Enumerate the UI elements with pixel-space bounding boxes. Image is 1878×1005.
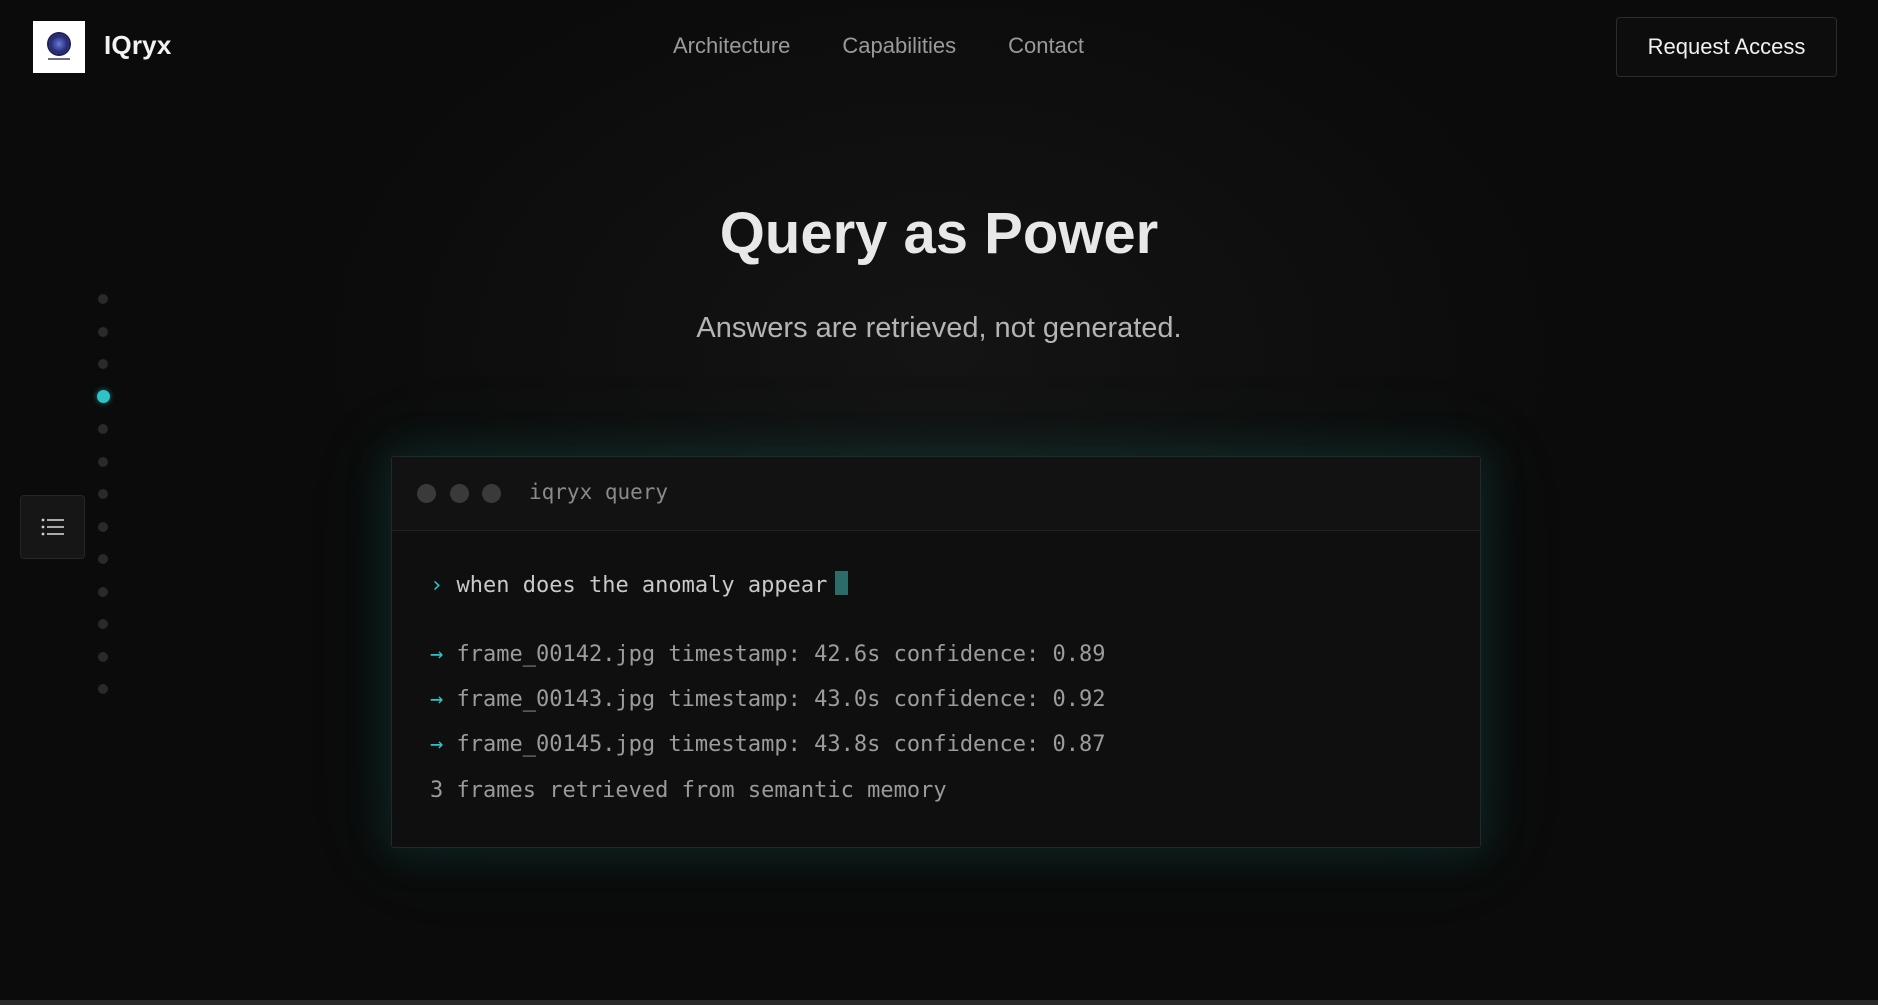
section-dot[interactable] bbox=[98, 456, 108, 467]
bottom-scrollbar[interactable] bbox=[0, 1000, 1878, 1005]
nav-link-contact[interactable]: Contact bbox=[1008, 33, 1084, 59]
result-text: frame_00142.jpg timestamp: 42.6s confide… bbox=[456, 642, 1106, 667]
prompt-icon: › bbox=[430, 573, 444, 598]
arrow-right-icon: → bbox=[430, 642, 444, 667]
result-line: → frame_00143.jpg timestamp: 43.0s confi… bbox=[430, 687, 1106, 712]
page: IQryx Architecture Capabilities Contact … bbox=[0, 0, 1878, 1005]
section-dot[interactable] bbox=[98, 424, 108, 434]
section-dot[interactable] bbox=[98, 326, 108, 337]
window-maximize-dot[interactable] bbox=[482, 484, 501, 503]
request-access-button[interactable]: Request Access bbox=[1616, 17, 1837, 77]
menu-toggle-button[interactable] bbox=[20, 495, 85, 559]
list-icon bbox=[41, 518, 64, 536]
text-caret bbox=[835, 571, 849, 595]
hero-subtitle: Answers are retrieved, not generated. bbox=[696, 312, 1182, 344]
section-dot[interactable] bbox=[98, 521, 108, 532]
terminal-titlebar: iqryx query bbox=[392, 457, 1480, 531]
query-terminal: iqryx query › when does the anomaly appe… bbox=[391, 456, 1481, 848]
section-dot[interactable] bbox=[98, 294, 108, 304]
result-text: frame_00143.jpg timestamp: 43.0s confide… bbox=[456, 687, 1106, 712]
section-dot[interactable] bbox=[98, 489, 108, 499]
section-dot[interactable] bbox=[98, 554, 108, 564]
section-dot-active[interactable] bbox=[97, 390, 110, 403]
window-close-dot[interactable] bbox=[417, 484, 436, 503]
terminal-title: iqryx query bbox=[529, 480, 669, 504]
main-nav: Architecture Capabilities Contact bbox=[673, 33, 1084, 59]
result-line: → frame_00145.jpg timestamp: 43.8s confi… bbox=[430, 732, 1106, 757]
nav-link-architecture[interactable]: Architecture bbox=[673, 33, 790, 59]
brand-name[interactable]: IQryx bbox=[104, 30, 172, 61]
result-line: → frame_00142.jpg timestamp: 42.6s confi… bbox=[430, 642, 1106, 667]
nav-link-capabilities[interactable]: Capabilities bbox=[842, 33, 956, 59]
result-summary: 3 frames retrieved from semantic memory bbox=[430, 778, 947, 803]
section-dot[interactable] bbox=[98, 359, 108, 369]
logo-emblem-icon bbox=[49, 34, 69, 54]
logo-wordmark bbox=[48, 58, 70, 60]
section-dot[interactable] bbox=[98, 651, 108, 662]
window-minimize-dot[interactable] bbox=[450, 484, 469, 503]
result-text: frame_00145.jpg timestamp: 43.8s confide… bbox=[456, 732, 1106, 757]
hero-title: Query as Power bbox=[719, 201, 1159, 266]
site-header: IQryx Architecture Capabilities Contact … bbox=[0, 0, 1878, 95]
arrow-right-icon: → bbox=[430, 687, 444, 712]
query-line[interactable]: › when does the anomaly appear bbox=[430, 571, 849, 598]
arrow-right-icon: → bbox=[430, 732, 444, 757]
section-dot[interactable] bbox=[98, 586, 108, 597]
logo[interactable] bbox=[33, 21, 85, 73]
section-dot[interactable] bbox=[98, 619, 108, 629]
query-text: when does the anomaly appear bbox=[456, 573, 828, 598]
section-dot[interactable] bbox=[98, 684, 108, 694]
